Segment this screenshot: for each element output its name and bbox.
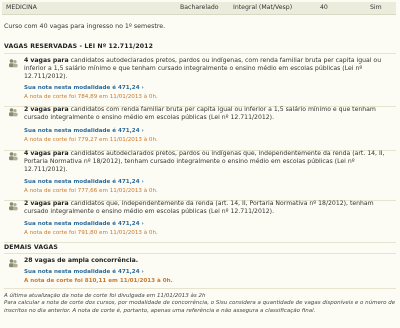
section-divider <box>4 253 396 254</box>
quota-text: candidatos com renda familiar bruta per … <box>24 106 376 121</box>
course-header-row: MEDICINA Bacharelado Integral (Mat/Vesp)… <box>2 2 396 15</box>
users-icon <box>9 152 18 161</box>
general-card: 28 vagas de ampla concorrência. Sua nota… <box>4 257 396 289</box>
cutoff-note: A nota de corte foi 777,66 em 11/01/2013… <box>24 188 158 194</box>
chevron-right-icon: › <box>141 128 144 134</box>
quota-lead: 28 vagas de ampla concorrência. <box>24 257 139 264</box>
reserved-section-title: VAGAS RESERVADAS - LEI Nº 12.711/2012 <box>4 43 153 50</box>
course-shift: Integral (Mat/Vesp) <box>233 4 293 11</box>
cutoff-note: A nota de corte foi 791,80 em 11/01/2013… <box>24 230 158 236</box>
quota-lead: 2 vagas para <box>24 106 69 113</box>
quota-card-4: 2 vagas para candidatos que, independent… <box>4 200 396 243</box>
my-score-text: Sua nota nesta modalidade é 471,24 <box>24 85 140 91</box>
my-score-link[interactable]: Sua nota nesta modalidade é 471,24 › <box>24 269 144 275</box>
section-divider <box>4 53 396 54</box>
cutoff-note: A nota de corte foi 784,89 em 11/01/2013… <box>24 94 158 100</box>
calculation-note: Para calcular a nota de corte dos cursos… <box>4 300 396 314</box>
chevron-right-icon: › <box>141 85 144 91</box>
chevron-right-icon: › <box>141 179 144 185</box>
quota-description: 28 vagas de ampla concorrência. <box>24 257 394 265</box>
quota-card-2: 2 vagas para candidatos com renda famili… <box>4 106 396 151</box>
quota-description: 4 vagas para candidatos autodeclarados p… <box>24 150 394 174</box>
chevron-right-icon: › <box>141 269 144 275</box>
my-score-link[interactable]: Sua nota nesta modalidade é 471,24 › <box>24 221 144 227</box>
course-flag: Sim <box>370 4 382 11</box>
quota-description: 4 vagas para candidatos autodeclarados p… <box>24 57 394 81</box>
course-name: MEDICINA <box>6 4 37 11</box>
quota-lead: 4 vagas para <box>24 57 69 64</box>
seat-count: 40 <box>320 4 328 11</box>
quota-description: 2 vagas para candidatos com renda famili… <box>24 106 394 122</box>
quota-card-3: 4 vagas para candidatos autodeclarados p… <box>4 150 396 201</box>
users-icon <box>9 108 18 117</box>
quota-lead: 4 vagas para <box>24 150 69 157</box>
my-score-text: Sua nota nesta modalidade é 471,24 <box>24 221 140 227</box>
my-score-text: Sua nota nesta modalidade é 471,24 <box>24 128 140 134</box>
quota-description: 2 vagas para candidatos que, independent… <box>24 200 394 216</box>
users-icon <box>9 59 18 68</box>
users-icon <box>9 202 18 211</box>
footer-notes: A última atualização da nota de corte fo… <box>4 293 396 315</box>
my-score-link[interactable]: Sua nota nesta modalidade é 471,24 › <box>24 85 144 91</box>
quota-lead: 2 vagas para <box>24 200 69 207</box>
my-score-link[interactable]: Sua nota nesta modalidade é 471,24 › <box>24 179 144 185</box>
quota-text: candidatos autodeclarados pretos, pardos… <box>24 150 385 173</box>
my-score-link[interactable]: Sua nota nesta modalidade é 471,24 › <box>24 128 144 134</box>
course-intro: Curso com 40 vagas para ingresso no 1º s… <box>4 23 166 30</box>
cutoff-note: A nota de corte foi 779,27 em 11/01/2013… <box>24 137 158 143</box>
quota-text: candidatos autodeclarados pretos, pardos… <box>24 57 382 80</box>
my-score-text: Sua nota nesta modalidade é 471,24 <box>24 179 140 185</box>
other-section-title: DEMAIS VAGAS <box>4 244 58 251</box>
users-icon <box>9 259 18 268</box>
my-score-text: Sua nota nesta modalidade é 471,24 <box>24 269 140 275</box>
quota-text: candidatos que, independentemente da ren… <box>24 200 374 215</box>
cutoff-note: A nota de corte foi 810,11 em 11/01/2013… <box>24 278 173 284</box>
degree-type: Bacharelado <box>180 4 219 11</box>
chevron-right-icon: › <box>141 221 144 227</box>
quota-card-1: 4 vagas para candidatos autodeclarados p… <box>4 57 396 107</box>
